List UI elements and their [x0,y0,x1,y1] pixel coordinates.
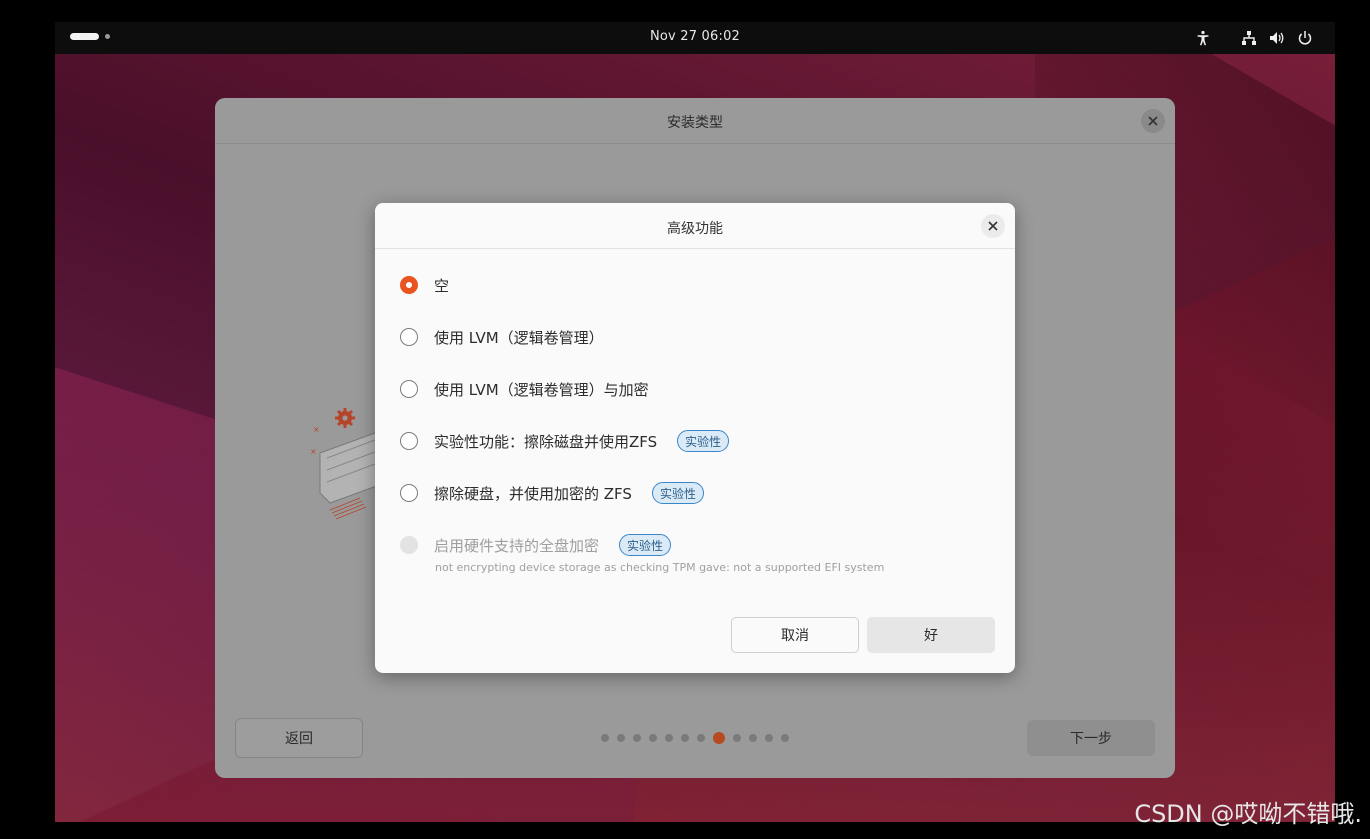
step-dot [633,734,641,742]
option-zfs-encryption[interactable]: 擦除硬盘，并使用加密的 ZFS 实验性 [400,481,704,505]
close-icon [1148,116,1158,126]
radio-button[interactable] [400,276,418,294]
ok-button[interactable]: 好 [867,617,995,653]
step-dot [781,734,789,742]
step-dot [697,734,705,742]
dialog-close-button[interactable] [981,214,1005,238]
installer-title: 安装类型 [667,115,723,131]
step-dot [681,734,689,742]
radio-button[interactable] [400,328,418,346]
tpm-note: not encrypting device storage as checkin… [435,561,885,574]
radio-button[interactable] [400,484,418,502]
system-tray[interactable] [1193,28,1315,48]
watermark: CSDN @哎呦不错哦. [1134,800,1362,828]
experimental-badge: 实验性 [677,430,730,452]
option-label: 使用 LVM（逻辑卷管理） [434,328,604,347]
option-hardware-encryption: 启用硬件支持的全盘加密 实验性 [400,533,672,557]
dialog-divider [375,248,1015,249]
clock[interactable]: Nov 27 06:02 [55,29,1335,44]
step-dot [649,734,657,742]
volume-icon[interactable] [1267,28,1287,48]
step-dot [665,734,673,742]
option-zfs[interactable]: 实验性功能：擦除磁盘并使用ZFS 实验性 [400,429,730,453]
option-label: 启用硬件支持的全盘加密 [434,536,600,555]
desktop-background: Nov 27 06:02 安装类型 × × 返回 下一步 高级功能 空 使用 L… [55,22,1335,822]
step-dot [765,734,773,742]
title-divider [215,143,1175,144]
option-none[interactable]: 空 [400,273,449,297]
power-icon[interactable] [1295,28,1315,48]
back-button[interactable]: 返回 [235,718,363,758]
step-dot [617,734,625,742]
option-label: 实验性功能：擦除磁盘并使用ZFS [434,432,658,451]
step-dot [733,734,741,742]
svg-text:×: × [310,447,317,456]
gear-icon [335,408,355,428]
top-bar: Nov 27 06:02 [55,22,1335,54]
experimental-badge: 实验性 [619,534,672,556]
disk-illustration: × × [310,408,385,520]
step-dot [601,734,609,742]
radio-button [400,536,418,554]
option-lvm-encryption[interactable]: 使用 LVM（逻辑卷管理）与加密 [400,377,649,401]
cancel-button[interactable]: 取消 [731,617,859,653]
close-icon [988,221,998,231]
svg-text:×: × [313,425,320,434]
step-dot [749,734,757,742]
step-progress-dots [601,732,789,744]
accessibility-icon[interactable] [1193,28,1213,48]
next-button[interactable]: 下一步 [1027,720,1155,756]
advanced-features-dialog: 高级功能 空 使用 LVM（逻辑卷管理） 使用 LVM（逻辑卷管理）与加密 实验… [375,203,1015,673]
installer-close-button[interactable] [1141,109,1165,133]
option-label: 擦除硬盘，并使用加密的 ZFS [434,484,632,503]
radio-button[interactable] [400,380,418,398]
experimental-badge: 实验性 [651,482,704,504]
dialog-title: 高级功能 [667,221,723,237]
option-label: 使用 LVM（逻辑卷管理）与加密 [434,380,649,399]
network-icon[interactable] [1239,28,1259,48]
step-dot-current [713,732,725,744]
radio-button[interactable] [400,432,418,450]
option-lvm[interactable]: 使用 LVM（逻辑卷管理） [400,325,604,349]
option-label: 空 [434,276,450,295]
